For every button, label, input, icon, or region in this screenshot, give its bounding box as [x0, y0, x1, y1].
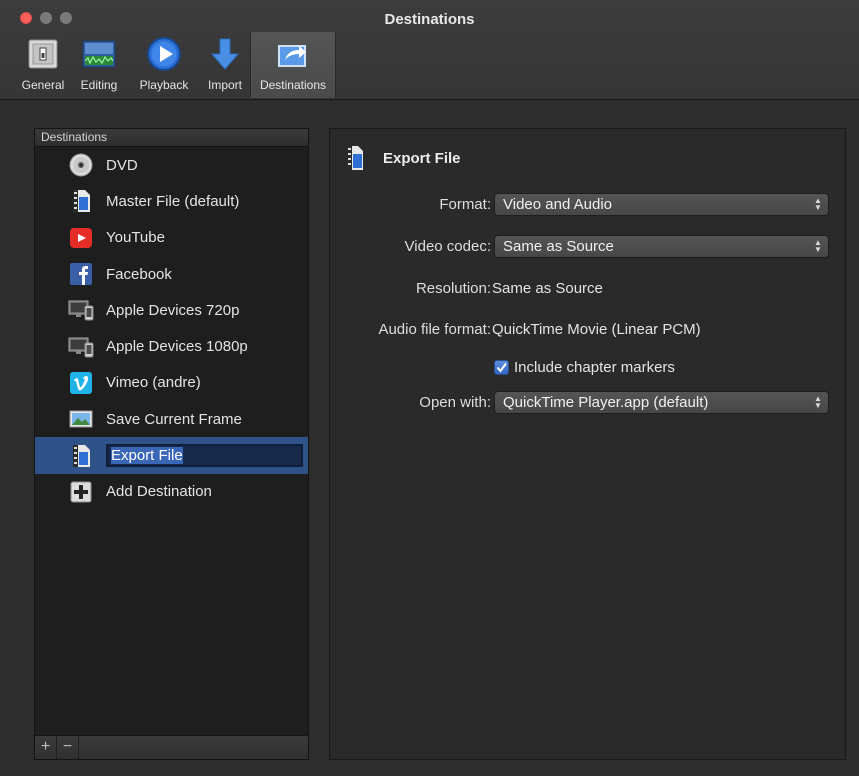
- open-with-label: Open with:: [419, 394, 491, 411]
- apple-devices-icon: [68, 337, 94, 358]
- destination-item-apple-devices-720p[interactable]: Apple Devices 720p: [35, 292, 308, 328]
- destination-name-field[interactable]: Export File: [106, 444, 303, 468]
- image-frame-icon: [69, 410, 93, 428]
- destination-label: Add Destination: [106, 483, 212, 501]
- destinations-list-header: Destinations: [35, 129, 308, 147]
- audio-format-value: QuickTime Movie (Linear PCM): [492, 321, 701, 338]
- format-popup[interactable]: Video and Audio ▲ ▼: [494, 193, 829, 216]
- youtube-icon: [70, 227, 92, 248]
- tab-playback-label: Playback: [139, 78, 189, 92]
- destinations-list-footer: + −: [35, 735, 308, 759]
- destination-settings-pane: Export File Format: Video and Audio ▲ ▼ V…: [329, 128, 846, 760]
- film-file-icon: [73, 444, 90, 467]
- film-file-icon: [347, 146, 363, 170]
- preferences-content: Destinations DVD Master File (default) Y…: [0, 101, 859, 776]
- destination-label: Apple Devices 1080p: [106, 338, 248, 356]
- destination-item-add[interactable]: Add Destination: [35, 474, 308, 510]
- audio-format-label: Audio file format:: [378, 321, 491, 338]
- format-row: Format: Video and Audio ▲ ▼: [330, 193, 847, 217]
- preferences-toolbar: General Editing Playback Import Destinat…: [16, 32, 336, 98]
- video-codec-row: Video codec: Same as Source ▲ ▼: [330, 235, 847, 259]
- destination-label: Vimeo (andre): [106, 374, 201, 392]
- destination-label: DVD: [106, 156, 138, 174]
- video-codec-popup[interactable]: Same as Source ▲ ▼: [494, 235, 829, 258]
- tab-general[interactable]: General: [16, 32, 70, 98]
- destination-settings-header: Export File: [344, 145, 461, 171]
- resolution-row: Resolution: Same as Source: [330, 277, 847, 301]
- destination-name-text: Export File: [111, 447, 183, 465]
- tab-destinations[interactable]: Destinations: [250, 32, 336, 98]
- chapter-markers-label: Include chapter markers: [514, 359, 675, 376]
- chapter-markers-checkbox[interactable]: [494, 360, 509, 375]
- video-codec-label: Video codec:: [404, 238, 491, 255]
- resolution-value: Same as Source: [492, 280, 603, 297]
- popup-arrows-icon: ▲ ▼: [814, 196, 822, 212]
- apple-devices-icon: [68, 300, 94, 321]
- resolution-label: Resolution:: [415, 280, 491, 297]
- open-with-value: QuickTime Player.app (default): [503, 394, 709, 411]
- tab-playback[interactable]: Playback: [128, 32, 200, 98]
- format-label: Format:: [439, 196, 491, 213]
- destination-label: Apple Devices 720p: [106, 301, 240, 319]
- destinations-share-icon: [278, 45, 306, 67]
- checkmark-icon: [496, 362, 507, 373]
- import-arrow-icon: [210, 38, 240, 70]
- destination-label: Save Current Frame: [106, 410, 242, 428]
- video-codec-value: Same as Source: [503, 238, 614, 255]
- open-with-row: Open with: QuickTime Player.app (default…: [330, 391, 847, 415]
- destination-item-youtube[interactable]: YouTube: [35, 220, 308, 256]
- preferences-window: Destinations General Editing Playback Im…: [0, 0, 859, 776]
- window-title: Destinations: [384, 11, 475, 28]
- destinations-list: Destinations DVD Master File (default) Y…: [34, 128, 309, 760]
- chapter-markers-row: Include chapter markers: [330, 356, 847, 380]
- destination-item-dvd[interactable]: DVD: [35, 147, 308, 183]
- destination-item-export-file[interactable]: Export File: [35, 437, 308, 474]
- plus-icon: [70, 481, 92, 503]
- remove-destination-button[interactable]: −: [57, 736, 79, 759]
- audio-format-row: Audio file format: QuickTime Movie (Line…: [330, 318, 847, 342]
- destination-settings-title: Export File: [383, 149, 461, 167]
- destination-label: Facebook: [106, 265, 172, 283]
- popup-arrows-icon: ▲ ▼: [814, 394, 822, 410]
- general-switch-icon: [28, 39, 58, 69]
- destination-label: Master File (default): [106, 192, 240, 210]
- tab-destinations-label: Destinations: [259, 78, 327, 92]
- popup-arrows-icon: ▲ ▼: [814, 238, 822, 254]
- tab-general-label: General: [21, 78, 65, 92]
- format-value: Video and Audio: [503, 196, 612, 213]
- destination-item-facebook[interactable]: Facebook: [35, 256, 308, 292]
- add-destination-button[interactable]: +: [35, 736, 57, 759]
- facebook-icon: [70, 263, 92, 286]
- destination-item-master-file[interactable]: Master File (default): [35, 183, 308, 219]
- tab-editing[interactable]: Editing: [70, 32, 128, 98]
- destination-item-apple-devices-1080p[interactable]: Apple Devices 1080p: [35, 328, 308, 364]
- open-with-popup[interactable]: QuickTime Player.app (default) ▲ ▼: [494, 391, 829, 414]
- tab-import-label: Import: [207, 78, 242, 92]
- dvd-icon: [69, 153, 93, 177]
- tab-import[interactable]: Import: [200, 32, 250, 98]
- destination-label: YouTube: [106, 229, 165, 247]
- destination-item-save-current-frame[interactable]: Save Current Frame: [35, 401, 308, 437]
- editing-waveform-icon: [82, 40, 116, 68]
- vimeo-icon: [70, 371, 92, 394]
- titlebar: Destinations General Editing Playback Im…: [0, 0, 859, 100]
- tab-editing-label: Editing: [80, 78, 118, 92]
- destination-item-vimeo[interactable]: Vimeo (andre): [35, 365, 308, 401]
- playback-icon: [147, 37, 181, 71]
- film-file-icon: [73, 190, 90, 213]
